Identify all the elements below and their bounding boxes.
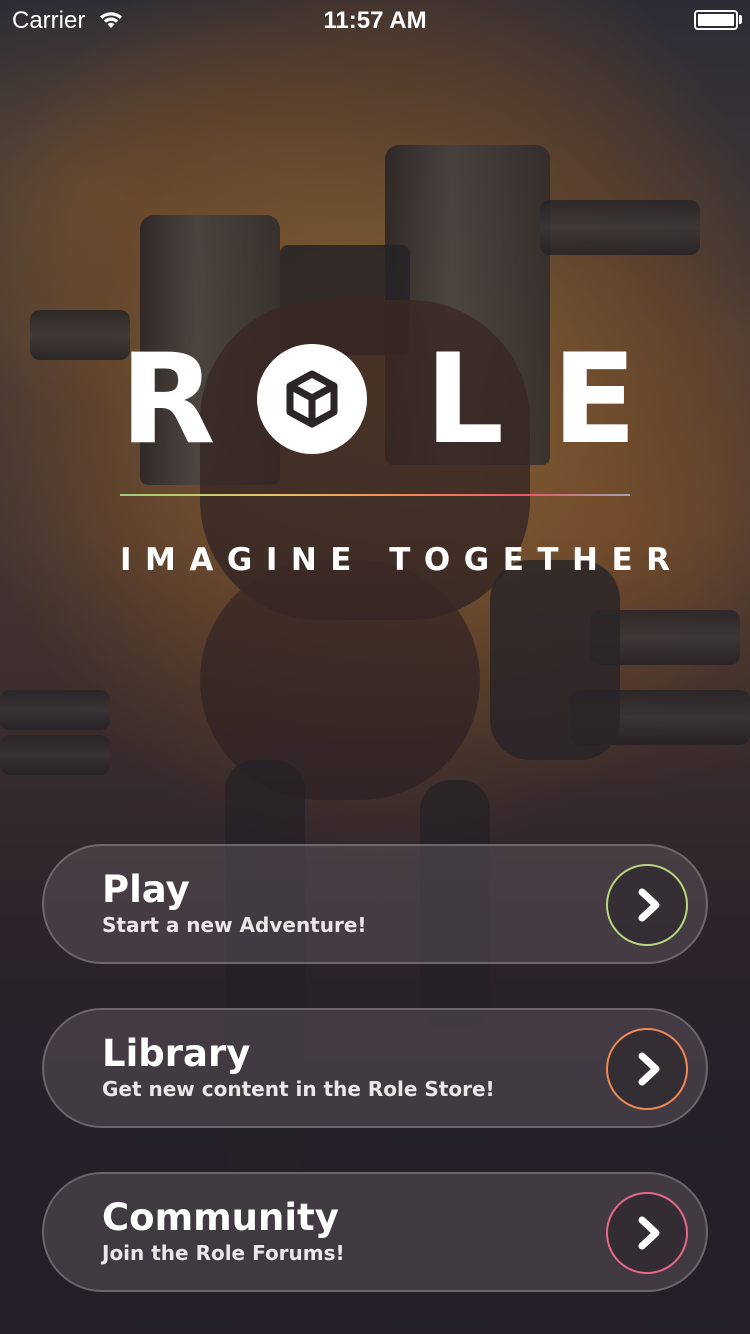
background-illustration: [0, 0, 750, 1334]
community-button[interactable]: Community Join the Role Forums!: [42, 1172, 708, 1292]
logo-divider: [120, 494, 630, 496]
community-subtitle: Join the Role Forums!: [102, 1241, 345, 1265]
clock: 11:57 AM: [323, 7, 427, 34]
chevron-right-icon: [638, 1216, 660, 1250]
logo-letter-e: E: [552, 328, 637, 472]
play-arrow-button[interactable]: [606, 864, 688, 946]
status-bar: Carrier 11:57 AM: [0, 0, 750, 40]
library-button[interactable]: Library Get new content in the Role Stor…: [42, 1008, 708, 1128]
role-logo: R L E: [120, 328, 637, 472]
play-subtitle: Start a new Adventure!: [102, 913, 367, 937]
community-arrow-button[interactable]: [606, 1192, 688, 1274]
community-title: Community: [102, 1196, 339, 1239]
logo-letter-l: L: [425, 328, 505, 472]
tagline: IMAGINE TOGETHER: [120, 542, 684, 578]
chevron-right-icon: [638, 888, 660, 922]
logo-letter-r: R: [120, 328, 216, 472]
play-title: Play: [102, 868, 190, 911]
logo-o-circle: [257, 344, 367, 454]
library-subtitle: Get new content in the Role Store!: [102, 1077, 495, 1101]
library-title: Library: [102, 1032, 251, 1075]
battery-icon: [694, 10, 738, 30]
library-arrow-button[interactable]: [606, 1028, 688, 1110]
play-button[interactable]: Play Start a new Adventure!: [42, 844, 708, 964]
cube-icon: [286, 370, 338, 428]
chevron-right-icon: [638, 1052, 660, 1086]
